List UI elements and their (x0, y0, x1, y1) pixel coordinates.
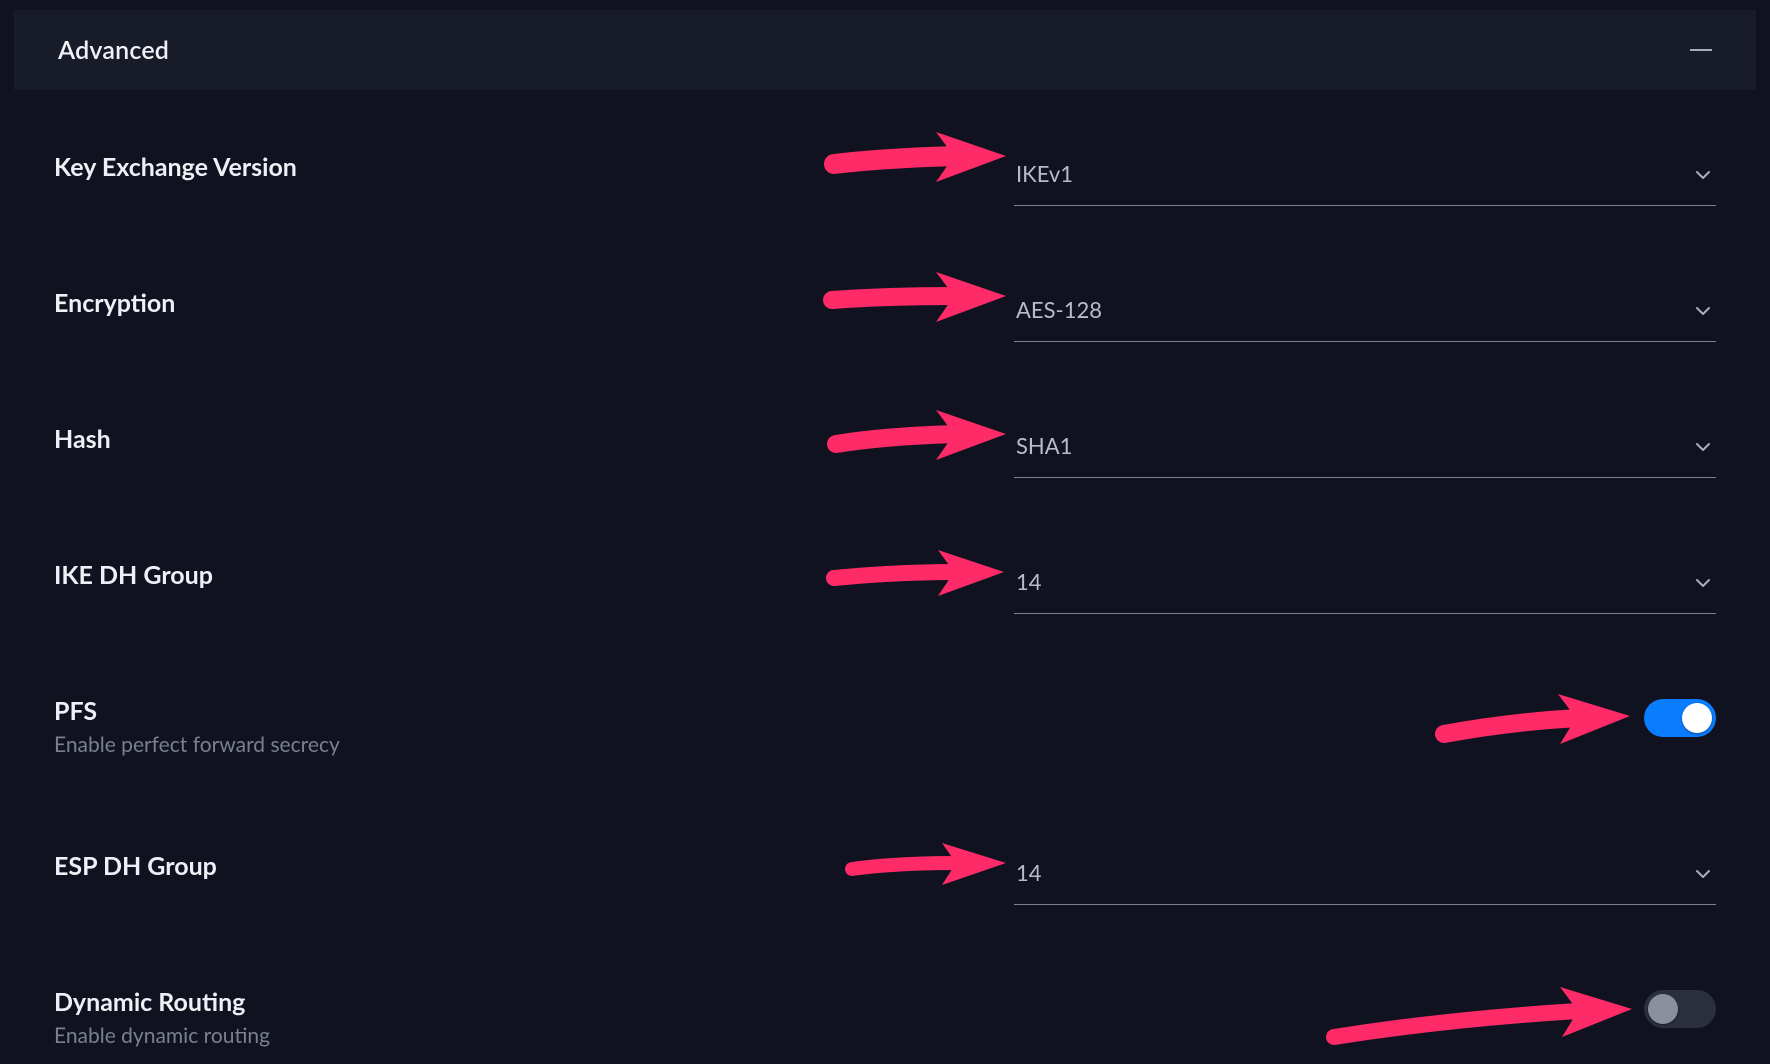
label-key-exchange: Key Exchange Version (54, 152, 1014, 182)
toggle-knob (1682, 703, 1712, 733)
description-pfs: Enable perfect forward secrecy (54, 732, 1014, 757)
select-ike-dh-group[interactable]: 14 (1014, 558, 1716, 614)
collapse-minus-icon[interactable] (1690, 49, 1712, 51)
section-header-advanced[interactable]: Advanced (14, 10, 1756, 90)
row-key-exchange: Key Exchange Version IKEv1 (54, 150, 1716, 206)
select-value: SHA1 (1016, 432, 1072, 459)
row-encryption: Encryption AES-128 (54, 286, 1716, 342)
chevron-down-icon (1696, 440, 1710, 454)
label-hash: Hash (54, 424, 1014, 454)
chevron-down-icon (1696, 576, 1710, 590)
row-dynamic-routing: Dynamic Routing Enable dynamic routing (54, 985, 1716, 1048)
select-hash[interactable]: SHA1 (1014, 422, 1716, 478)
label-dynamic-routing: Dynamic Routing (54, 987, 1014, 1017)
label-ike-dh-group: IKE DH Group (54, 560, 1014, 590)
select-value: AES-128 (1016, 296, 1102, 323)
chevron-down-icon (1696, 304, 1710, 318)
select-encryption[interactable]: AES-128 (1014, 286, 1716, 342)
description-dynamic-routing: Enable dynamic routing (54, 1023, 1014, 1048)
toggle-pfs[interactable] (1644, 699, 1716, 737)
section-body: Key Exchange Version IKEv1 Encr (14, 90, 1756, 1048)
label-encryption: Encryption (54, 288, 1014, 318)
row-pfs: PFS Enable perfect forward secrecy (54, 694, 1716, 757)
label-pfs: PFS (54, 696, 1014, 726)
select-value: 14 (1016, 568, 1042, 595)
chevron-down-icon (1696, 867, 1710, 881)
select-key-exchange[interactable]: IKEv1 (1014, 150, 1716, 206)
select-esp-dh-group[interactable]: 14 (1014, 849, 1716, 905)
section-title: Advanced (58, 35, 169, 65)
row-ike-dh-group: IKE DH Group 14 (54, 558, 1716, 614)
row-esp-dh-group: ESP DH Group 14 (54, 849, 1716, 905)
select-value: IKEv1 (1016, 160, 1073, 187)
row-hash: Hash SHA1 (54, 422, 1716, 478)
toggle-knob (1648, 994, 1678, 1024)
select-value: 14 (1016, 859, 1042, 886)
chevron-down-icon (1696, 168, 1710, 182)
toggle-dynamic-routing[interactable] (1644, 990, 1716, 1028)
label-esp-dh-group: ESP DH Group (54, 851, 1014, 881)
